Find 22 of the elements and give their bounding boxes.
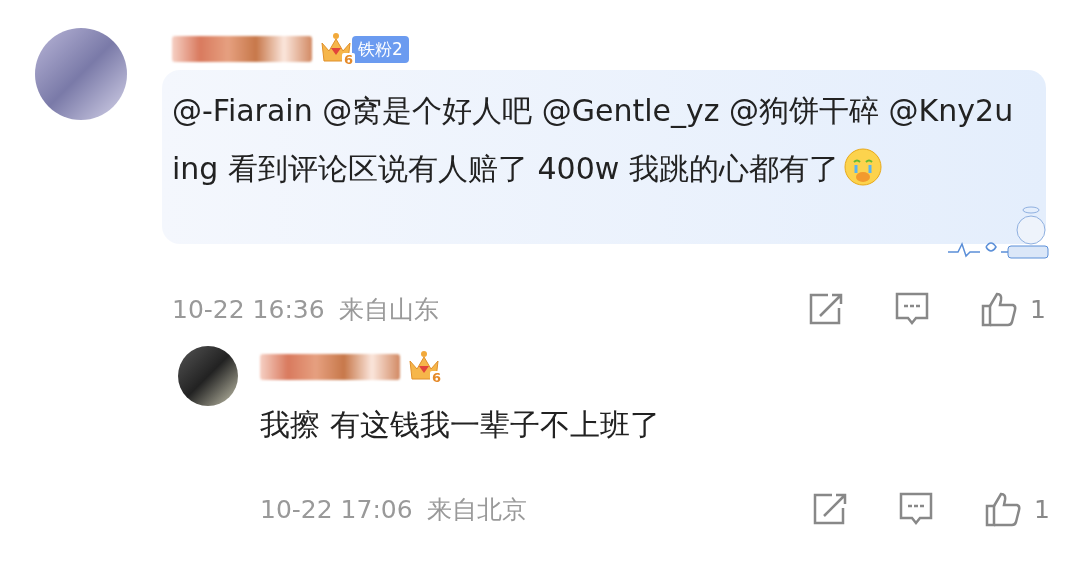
repost-button[interactable] xyxy=(812,492,849,526)
pixelated-username[interactable] xyxy=(172,36,312,62)
comment-time: 10-22 17:06 xyxy=(260,494,413,524)
comment-location: 来自山东 xyxy=(338,293,439,326)
comment-text: 我擦 有这钱我一辈子不上班了 xyxy=(260,406,661,444)
pixelated-username[interactable] xyxy=(260,354,400,380)
thumbs-up-icon xyxy=(980,291,1019,327)
share-icon xyxy=(808,292,845,326)
like-button[interactable]: 1 xyxy=(984,491,1050,527)
fan-badge: 铁粉2 xyxy=(352,35,409,63)
like-button[interactable]: 1 xyxy=(980,291,1046,327)
comment-time: 10-22 16:36 xyxy=(172,294,325,324)
avatar[interactable] xyxy=(178,346,238,406)
thumbs-up-icon xyxy=(984,491,1023,527)
comment-icon xyxy=(894,291,931,327)
share-icon xyxy=(812,492,849,526)
comment-button[interactable] xyxy=(898,491,935,527)
comment-icon xyxy=(898,491,935,527)
comment-button[interactable] xyxy=(894,291,931,327)
repost-button[interactable] xyxy=(808,292,845,326)
comment-text: @-Fiarain @窝是个好人吧 @Gentle_yz @狗饼干碎 @Kny2uing 看到评论区说有人赔了 400w 我跳的心都有了 xyxy=(172,92,1015,189)
comment-location: 来自北京 xyxy=(426,493,527,526)
